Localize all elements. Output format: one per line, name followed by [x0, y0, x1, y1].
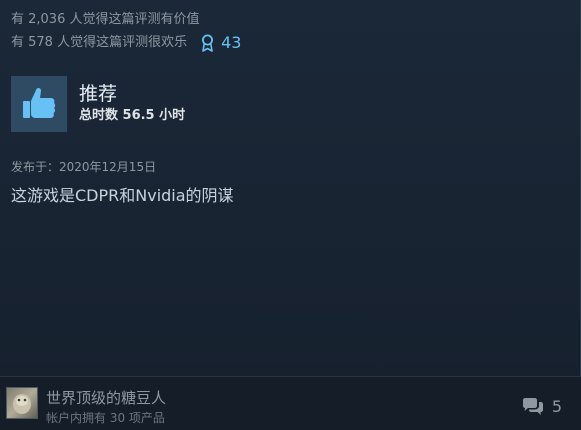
- posted-date: 发布于：2020年12月15日: [11, 160, 157, 174]
- helpful-count-text: 有 2,036 人觉得这篇评测有价值: [11, 12, 200, 27]
- thumbs-up-icon: [23, 88, 56, 118]
- review-body: 这游戏是CDPR和Nvidia的阴谋: [11, 186, 234, 205]
- funny-count-text: 有 578 人觉得这篇评测很欢乐: [11, 35, 188, 50]
- comments-count: 5: [551, 397, 562, 416]
- helpful-summary: 有 2,036 人觉得这篇评测有价值 有 578 人觉得这篇评测很欢乐 43: [11, 8, 241, 54]
- comments-button[interactable]: 5: [522, 397, 562, 416]
- award-ribbon-icon: [202, 34, 214, 52]
- thumbs-up-badge: [11, 76, 67, 132]
- author-name[interactable]: 世界顶级的糖豆人: [46, 387, 166, 408]
- funny-line: 有 578 人觉得这篇评测很欢乐 43: [11, 31, 241, 54]
- comment-icon: [522, 397, 543, 415]
- avatar-image: [13, 394, 31, 414]
- author-footer: 世界顶级的糖豆人 帐户内拥有 30 项产品 5: [0, 376, 581, 430]
- avatar[interactable]: [6, 387, 38, 419]
- author-products: 帐户内拥有 30 项产品: [46, 411, 165, 425]
- recommendation-label: 推荐: [79, 83, 118, 105]
- recommendation-text: 推荐 总时数 56.5 小时: [79, 82, 185, 126]
- playtime-hours: 总时数 56.5 小时: [79, 108, 186, 123]
- award-count: 43: [221, 33, 242, 52]
- recommendation-header: 推荐 总时数 56.5 小时: [11, 76, 580, 132]
- award-button[interactable]: 43: [201, 31, 241, 54]
- review-card: 有 2,036 人觉得这篇评测有价值 有 578 人觉得这篇评测很欢乐 43 推…: [0, 0, 581, 430]
